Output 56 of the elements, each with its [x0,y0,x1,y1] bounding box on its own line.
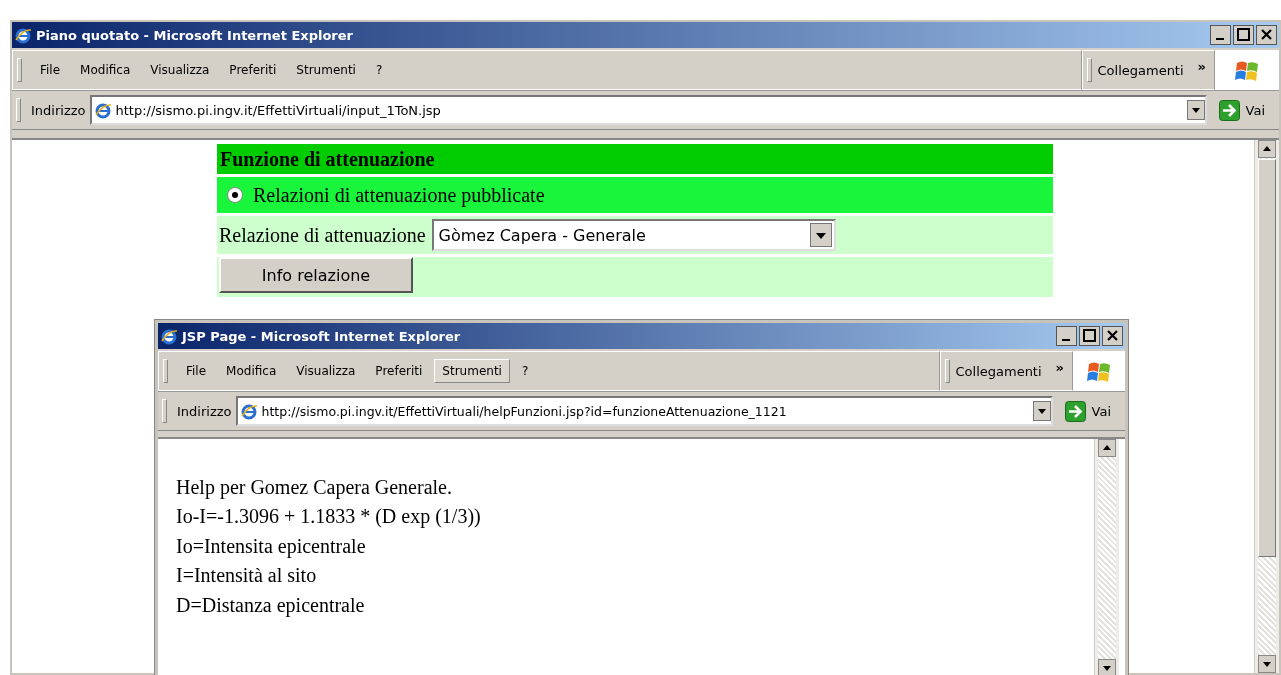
links-label[interactable]: Collegamenti [955,363,1042,379]
radio-button[interactable] [227,187,243,203]
close-icon[interactable] [1102,326,1123,346]
menu-item[interactable]: File [32,58,69,82]
address-label: Indirizzo [31,102,86,118]
minimize-icon[interactable] [1056,326,1077,346]
url-text: http://sismo.pi.ingv.it/EffettiVirtuali/input_1ToN.jsp [115,102,442,118]
close-icon[interactable] [1256,25,1277,45]
menu-item[interactable]: File [178,359,215,383]
page-icon [94,101,112,119]
arrow-right-icon [1218,99,1240,121]
info-button[interactable]: Info relazione [219,257,413,293]
arrow-right-icon [1064,400,1086,422]
links-label[interactable]: Collegamenti [1097,62,1184,78]
url-text: http://sismo.pi.ingv.it/EffettiVirtuali/helpFunzioni.jsp?id=funzioneAttenuazione_1121 [261,403,788,419]
help-text: Help per Gomez Capera Generale. [176,475,453,501]
radio-label: Relazioni di attenuazione pubblicate [253,183,545,207]
chevron-button[interactable]: » [1055,360,1064,375]
window-title: Piano quotato - Microsoft Internet Explorer [36,27,354,43]
menu-item[interactable]: Strumenti [434,359,510,383]
scroll-bar[interactable] [1094,439,1119,675]
menu-item[interactable]: ? [367,58,391,82]
menu-item[interactable]: Modifica [218,359,285,383]
help-text: Io=Intensita epicentrale [176,533,367,560]
chevron-button[interactable]: » [1197,59,1206,74]
maximize-icon[interactable] [1233,25,1254,45]
section-header: Funzione di attenuazione [217,144,1053,174]
scroll-up-icon[interactable] [1098,439,1116,457]
address-label: Indirizzo [177,403,232,419]
browser-logo-icon [161,327,178,345]
go-button[interactable]: Vai [1210,99,1279,121]
scroll-down-icon[interactable] [1258,655,1276,673]
window-title: JSP Page - Microsoft Internet Explorer [182,328,462,344]
scroll-up-icon[interactable] [1258,140,1276,158]
menu-item[interactable]: Modifica [72,58,139,82]
address-field[interactable]: http://sismo.pi.ingv.it/EffettiVirtuali/input_1ToN.jsp [89,95,1207,125]
help-text: I=Intensità al sito [176,563,318,589]
help-text: D=Distanza epicentrale [176,592,366,619]
relation-dropdown[interactable]: Gòmez Capera - Generale [431,219,836,251]
go-button[interactable]: Vai [1056,400,1125,422]
browser-logo-icon [15,26,32,44]
scroll-thumb[interactable] [1258,159,1276,557]
scroll-down-icon[interactable] [1098,659,1116,675]
select-label: Relazione di attenuazione [219,223,426,247]
menu-item[interactable]: Preferiti [221,58,285,82]
scroll-bar[interactable] [1254,140,1279,673]
minimize-icon[interactable] [1210,25,1231,45]
menu-item[interactable]: Visualizza [288,359,364,383]
menu-item[interactable]: ? [513,359,537,383]
menu-item[interactable]: Visualizza [142,58,218,82]
maximize-icon[interactable] [1079,326,1100,346]
page-icon [240,402,258,420]
menu-item[interactable]: Preferiti [367,359,431,383]
help-text: Io-I=-1.3096 + 1.1833 * (D exp (1/3)) [176,504,482,530]
menu-item[interactable]: Strumenti [288,58,364,82]
address-field[interactable]: http://sismo.pi.ingv.it/EffettiVirtuali/helpFunzioni.jsp?id=funzioneAttenuazione_1121 [235,396,1053,426]
